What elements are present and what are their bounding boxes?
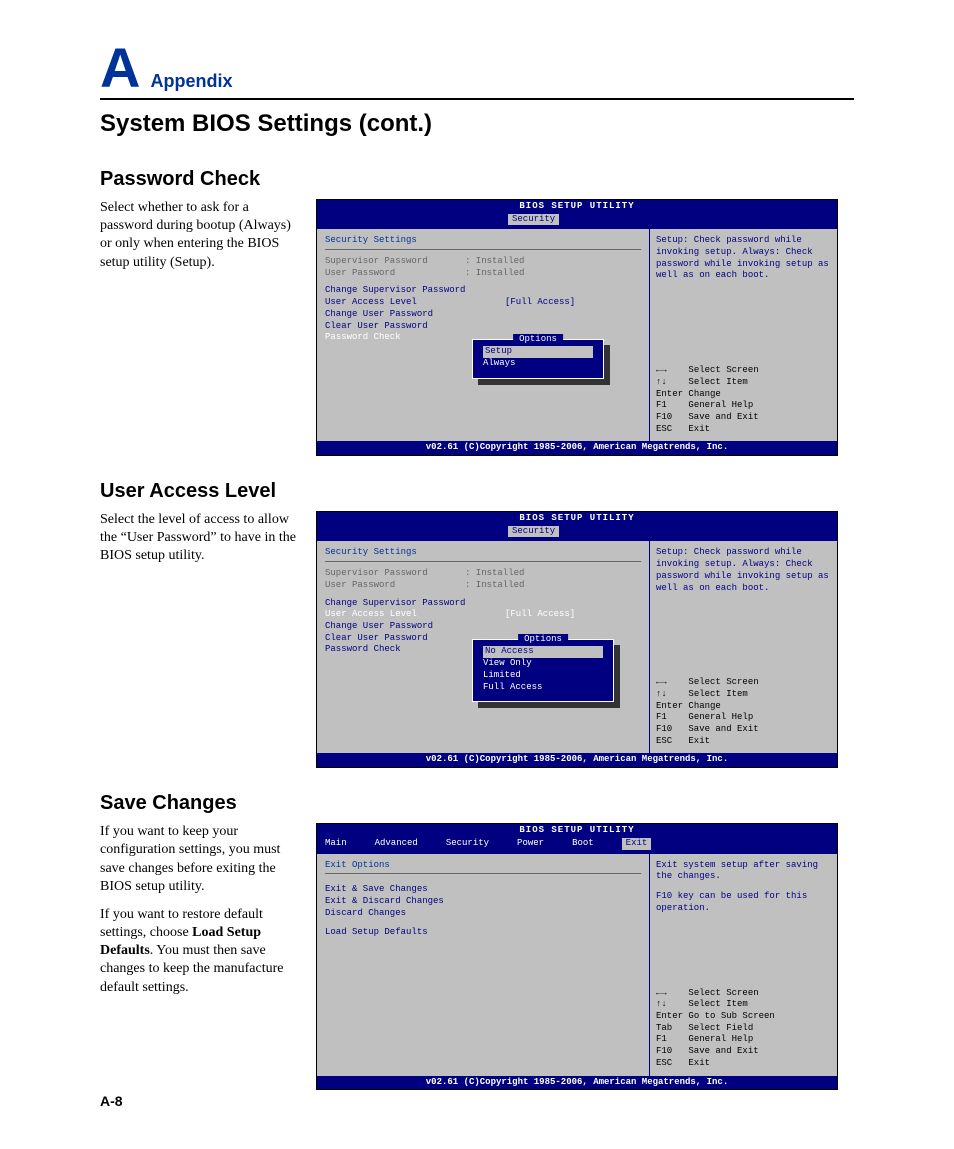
bios-tabs: Security [317,214,837,228]
bios-footer: v02.61 (C)Copyright 1985-2006, American … [317,1076,837,1090]
password-check-text: Select whether to ask for a password dur… [100,199,300,272]
help-line1: Exit system setup after saving the chang… [656,860,831,883]
help-line2: F10 key can be used for this operation. [656,891,831,914]
item-user-access[interactable]: User Access Level [325,609,465,621]
tab-main[interactable]: Main [325,838,347,850]
bios-screenshot-2: BIOS SETUP UTILITY Security Security Set… [316,511,838,768]
item-exit-save[interactable]: Exit & Save Changes [325,884,641,896]
bios-footer: v02.61 (C)Copyright 1985-2006, American … [317,753,837,767]
tab-security[interactable]: Security [508,526,559,538]
item-user-access-val: [Full Access] [505,609,575,621]
help-text: Exit system setup after saving the chang… [656,860,831,920]
page-title: System BIOS Settings (cont.) [100,110,854,138]
sup-pw-val: : Installed [465,256,524,268]
nav-keys: ←→ Select Screen ↑↓ Select Item Enter Ch… [656,365,831,435]
tab-security[interactable]: Security [508,214,559,226]
nav-keys: ←→ Select Screen ↑↓ Select Item Enter Ch… [656,677,831,747]
bios-title: BIOS SETUP UTILITY [317,200,837,214]
bios-screenshot-3: BIOS SETUP UTILITY Main Advanced Securit… [316,823,838,1090]
bios-title: BIOS SETUP UTILITY [317,824,837,838]
appendix-word: Appendix [150,71,232,91]
appendix-header: A Appendix [100,40,854,100]
sup-pw-label: Supervisor Password [325,568,465,580]
appendix-letter: A [100,40,140,96]
option-always[interactable]: Always [483,358,593,370]
option-limited[interactable]: Limited [483,670,603,682]
item-user-access[interactable]: User Access Level [325,297,465,309]
nav-keys: ←→ Select Screen ↑↓ Select Item Enter Go… [656,988,831,1070]
item-change-sup-pw[interactable]: Change Supervisor Password [325,285,641,297]
bios-screenshot-1: BIOS SETUP UTILITY Security Security Set… [316,199,838,456]
section-user-access-heading: User Access Level [100,480,854,503]
option-setup[interactable]: Setup [483,346,593,358]
save-changes-text1: If you want to keep your configuration s… [100,823,300,896]
page-number: A-8 [100,1093,123,1109]
save-changes-copy: If you want to keep your configuration s… [100,823,300,1007]
option-no-access[interactable]: No Access [483,646,603,658]
item-discard[interactable]: Discard Changes [325,908,641,920]
bios-right-panel: Exit system setup after saving the chang… [649,854,837,1076]
user-pw-label: User Password [325,268,465,280]
sup-pw-val: : Installed [465,568,524,580]
user-pw-val: : Installed [465,268,524,280]
tab-exit[interactable]: Exit [622,838,652,850]
bios-title: BIOS SETUP UTILITY [317,512,837,526]
help-text: Setup: Check password while invoking set… [656,235,831,295]
item-load-defaults[interactable]: Load Setup Defaults [325,927,641,939]
panel-title: Exit Options [325,860,641,875]
tab-security[interactable]: Security [446,838,489,850]
popup-title: Options [513,334,563,346]
options-popup: Options Setup Always [472,339,604,378]
tab-power[interactable]: Power [517,838,544,850]
bios-right-panel: Setup: Check password while invoking set… [649,541,837,753]
user-pw-label: User Password [325,580,465,592]
help-text: Setup: Check password while invoking set… [656,547,831,607]
save-changes-text2: If you want to restore default settings,… [100,906,300,997]
user-access-text: Select the level of access to allow the … [100,511,300,566]
bios-tabs: Main Advanced Security Power Boot Exit [317,838,837,852]
item-change-user-pw[interactable]: Change User Password [325,309,641,321]
item-change-user-pw[interactable]: Change User Password [325,621,641,633]
option-full-access[interactable]: Full Access [483,682,603,694]
options-popup: Options No Access View Only Limited Full… [472,639,614,702]
tab-advanced[interactable]: Advanced [375,838,418,850]
panel-title: Security Settings [325,235,641,250]
bios-left-panel: Security Settings Supervisor Password: I… [317,541,649,753]
item-exit-discard[interactable]: Exit & Discard Changes [325,896,641,908]
password-check-copy: Select whether to ask for a password dur… [100,199,300,282]
bios-left-panel: Exit Options Exit & Save Changes Exit & … [317,854,649,1076]
item-change-sup-pw[interactable]: Change Supervisor Password [325,598,641,610]
sup-pw-label: Supervisor Password [325,256,465,268]
user-access-copy: Select the level of access to allow the … [100,511,300,576]
bios-footer: v02.61 (C)Copyright 1985-2006, American … [317,441,837,455]
section-password-check-heading: Password Check [100,168,854,191]
section-save-changes-heading: Save Changes [100,792,854,815]
panel-title: Security Settings [325,547,641,562]
bios-right-panel: Setup: Check password while invoking set… [649,229,837,441]
user-pw-val: : Installed [465,580,524,592]
bios-left-panel: Security Settings Supervisor Password: I… [317,229,649,441]
item-user-access-val: [Full Access] [505,297,575,309]
item-clear-user-pw[interactable]: Clear User Password [325,321,641,333]
tab-boot[interactable]: Boot [572,838,594,850]
option-view-only[interactable]: View Only [483,658,603,670]
bios-tabs: Security [317,526,837,540]
popup-title: Options [518,634,568,646]
